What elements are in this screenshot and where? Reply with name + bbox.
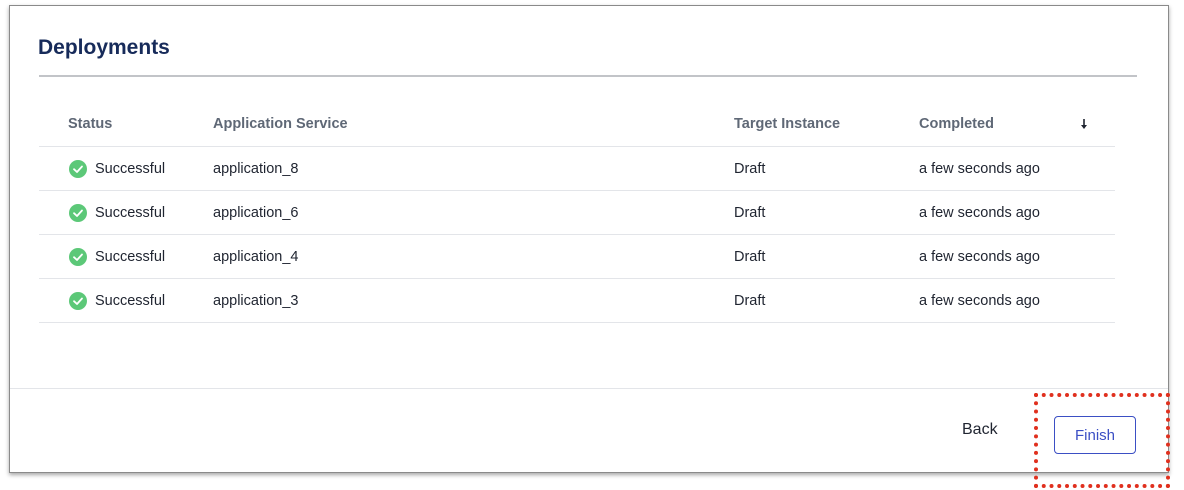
- status-cell: Successful: [69, 279, 165, 323]
- footer-divider: [10, 388, 1168, 389]
- application-service-cell: application_4: [213, 249, 299, 265]
- status-text: Successful: [95, 293, 166, 309]
- finish-button[interactable]: Finish: [1054, 416, 1136, 454]
- target-instance-cell: Draft: [734, 249, 766, 265]
- deployments-panel: Deployments Status Application Service T…: [9, 5, 1169, 473]
- check-circle-icon: [69, 248, 87, 266]
- status-text: Successful: [95, 161, 166, 177]
- check-circle-icon: [69, 292, 87, 310]
- completed-cell: a few seconds ago: [919, 293, 1040, 309]
- arrow-down-icon[interactable]: [1079, 117, 1089, 131]
- table-row: Successful application_8 Draft a few sec…: [39, 147, 1115, 191]
- status-cell: Successful: [69, 191, 165, 235]
- completed-cell: a few seconds ago: [919, 249, 1040, 265]
- status-text: Successful: [95, 249, 166, 265]
- check-circle-icon: [69, 160, 87, 178]
- status-text: Successful: [95, 205, 166, 221]
- check-circle-icon: [69, 204, 87, 222]
- application-service-cell: application_6: [213, 205, 299, 221]
- table-header-row: Status Application Service Target Instan…: [39, 102, 1115, 147]
- application-service-cell: application_8: [213, 161, 299, 177]
- page-title: Deployments: [38, 36, 170, 59]
- completed-cell: a few seconds ago: [919, 161, 1040, 177]
- table-row: Successful application_6 Draft a few sec…: [39, 191, 1115, 235]
- completed-cell: a few seconds ago: [919, 205, 1040, 221]
- column-header-application-service[interactable]: Application Service: [213, 102, 348, 146]
- target-instance-cell: Draft: [734, 161, 766, 177]
- status-cell: Successful: [69, 235, 165, 279]
- table-row: Successful application_3 Draft a few sec…: [39, 279, 1115, 323]
- table-row: Successful application_4 Draft a few sec…: [39, 235, 1115, 279]
- back-button[interactable]: Back: [956, 414, 1004, 446]
- target-instance-cell: Draft: [734, 293, 766, 309]
- column-header-target-instance[interactable]: Target Instance: [734, 102, 840, 146]
- deployments-table: Status Application Service Target Instan…: [39, 102, 1115, 323]
- application-service-cell: application_3: [213, 293, 299, 309]
- target-instance-cell: Draft: [734, 205, 766, 221]
- column-header-completed[interactable]: Completed: [919, 102, 994, 146]
- title-divider: [39, 75, 1137, 77]
- column-header-status[interactable]: Status: [68, 102, 112, 146]
- status-cell: Successful: [69, 147, 165, 191]
